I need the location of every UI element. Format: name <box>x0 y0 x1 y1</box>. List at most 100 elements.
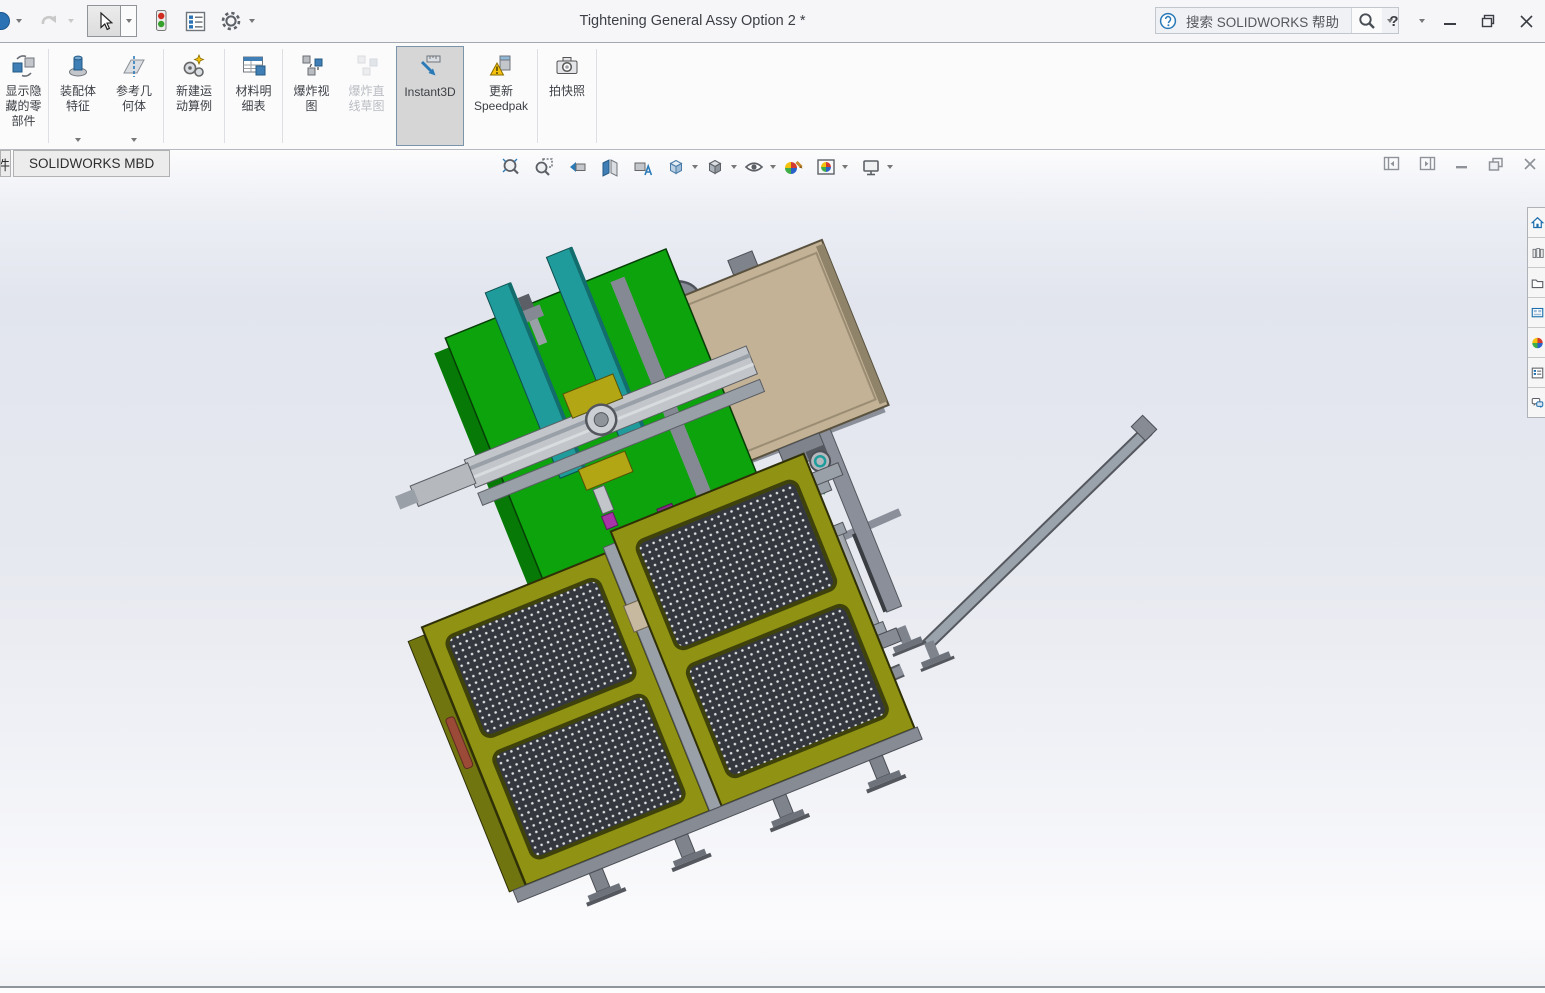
ribbon-button-exploded-view[interactable]: 爆炸视 图 <box>284 43 339 149</box>
ribbon-button-take-snapshot[interactable]: 拍快照 <box>539 43 595 149</box>
select-cursor-icon[interactable] <box>87 5 121 37</box>
quick-access-toolbar <box>0 0 260 42</box>
command-manager-ribbon: 显示隐 藏的零 部件 装配体 特征 参考几 何体 <box>0 43 1545 150</box>
doc-close-icon[interactable] <box>1523 157 1537 171</box>
ribbon-button-label: 部件 <box>11 114 35 129</box>
window-title: Tightening General Assy Option 2 * <box>300 0 1085 42</box>
ribbon-button-label: 动算例 <box>176 99 212 114</box>
ribbon-button-show-hidden-components[interactable]: 显示隐 藏的零 部件 <box>0 43 47 149</box>
ribbon-button-label: 细表 <box>241 99 265 114</box>
command-tab-bar: 件 SOLIDWORKS MBD <box>0 150 170 177</box>
dropdown-caret-icon[interactable] <box>16 19 22 23</box>
display-style-icon[interactable] <box>701 153 728 180</box>
gear-icon[interactable] <box>218 6 244 36</box>
document-window-controls <box>1383 156 1537 172</box>
tab-partial[interactable]: 件 <box>0 150 11 177</box>
collapse-left-pane-icon[interactable] <box>1383 156 1400 172</box>
restore-button[interactable] <box>1475 7 1501 35</box>
ribbon-button-label: 材料明 <box>235 84 271 99</box>
apply-scene-caret-icon[interactable] <box>839 165 851 169</box>
ribbon-button-new-motion-study[interactable]: 新建运 动算例 <box>165 43 223 149</box>
close-button[interactable] <box>1513 7 1539 35</box>
view-orientation-icon[interactable] <box>662 153 689 180</box>
edit-appearance-icon[interactable] <box>779 153 806 180</box>
view-settings-caret-icon[interactable] <box>884 165 896 169</box>
ribbon-button-label: Instant3D <box>404 85 455 100</box>
ribbon-divider <box>48 49 49 143</box>
minimize-button[interactable] <box>1437 7 1463 35</box>
display-style-caret-icon[interactable] <box>728 165 740 169</box>
dropdown-caret-icon[interactable] <box>131 138 137 142</box>
options-list-icon[interactable] <box>183 6 208 36</box>
task-pane-tab-forum[interactable] <box>1528 388 1545 417</box>
hide-show-items-caret-icon[interactable] <box>767 165 779 169</box>
status-bar <box>0 986 1545 993</box>
ribbon-button-label: 装配体 <box>60 84 96 99</box>
search-box[interactable]: 搜索 SOLIDWORKS 帮助 <box>1155 7 1399 34</box>
help-button[interactable]: ? <box>1381 7 1407 35</box>
task-pane-tab-appearances[interactable] <box>1528 328 1545 358</box>
update-speedpak-icon <box>487 50 515 82</box>
dropdown-caret-icon[interactable] <box>121 5 137 37</box>
help-caret-icon[interactable] <box>1419 19 1425 23</box>
graphics-viewport[interactable]: 件 SOLIDWORKS MBD <box>0 150 1545 986</box>
section-view-icon[interactable] <box>596 153 623 180</box>
ribbon-divider <box>163 49 164 143</box>
task-pane-tab-view-palette[interactable] <box>1528 298 1545 328</box>
search-icon[interactable] <box>1351 8 1382 33</box>
view-settings-icon[interactable] <box>857 153 884 180</box>
ribbon-button-label: 图 <box>305 99 317 114</box>
file-partial-icon[interactable] <box>0 6 11 36</box>
ribbon-button-label: 线草图 <box>348 99 384 114</box>
ribbon-button-assembly-features[interactable]: 装配体 特征 <box>50 43 106 149</box>
ribbon-button-label: 何体 <box>122 99 146 114</box>
exploded-view-icon <box>298 50 326 82</box>
ribbon-button-label: 藏的零 <box>5 99 41 114</box>
ribbon-button-label: Speedpak <box>474 99 528 114</box>
ribbon-button-label: 拍快照 <box>549 84 585 99</box>
task-pane-tab-design-library[interactable] <box>1528 238 1545 268</box>
dropdown-caret-icon[interactable] <box>68 19 74 23</box>
previous-view-icon[interactable] <box>563 153 590 180</box>
dropdown-caret-icon[interactable] <box>75 138 81 142</box>
dynamic-annotation-views-icon[interactable] <box>629 153 656 180</box>
reference-geometry-icon <box>120 50 148 82</box>
doc-minimize-icon[interactable] <box>1455 157 1469 171</box>
task-pane-tab-custom-properties[interactable] <box>1528 358 1545 388</box>
ribbon-divider <box>596 49 597 143</box>
zoom-to-fit-icon[interactable] <box>497 153 524 180</box>
undo-icon[interactable] <box>37 6 63 36</box>
ribbon-button-label: 特征 <box>66 99 90 114</box>
dropdown-caret-icon[interactable] <box>249 19 255 23</box>
ribbon-divider <box>282 49 283 143</box>
ribbon-button-bill-of-materials[interactable]: 材料明 细表 <box>226 43 281 149</box>
tab-solidworks-mbd[interactable]: SOLIDWORKS MBD <box>13 150 170 177</box>
heads-up-view-toolbar <box>497 153 896 180</box>
ribbon-divider <box>224 49 225 143</box>
ribbon-button-label: 显示隐 <box>5 84 41 99</box>
ribbon-button-label: 参考几 <box>116 84 152 99</box>
ribbon-button-label: 爆炸直 <box>348 84 384 99</box>
take-snapshot-icon <box>553 50 581 82</box>
ribbon-button-update-speedpak[interactable]: 更新 Speedpak <box>466 43 536 149</box>
task-pane-tab-file-explorer[interactable] <box>1528 268 1545 298</box>
apply-scene-icon[interactable] <box>812 153 839 180</box>
ribbon-button-reference-geometry[interactable]: 参考几 何体 <box>106 43 162 149</box>
hide-show-items-icon[interactable] <box>740 153 767 180</box>
select-tool-group <box>87 5 137 37</box>
ribbon-button-instant3d[interactable]: Instant3D <box>396 46 464 146</box>
task-pane-tabs <box>1527 207 1545 418</box>
doc-restore-icon[interactable] <box>1488 157 1504 172</box>
new-motion-study-icon <box>180 50 208 82</box>
ribbon-button-label: 爆炸视 <box>293 84 329 99</box>
task-pane-tab-home[interactable] <box>1528 208 1545 238</box>
collapse-right-pane-icon[interactable] <box>1419 156 1436 172</box>
ribbon-button-label: 更新 <box>489 84 513 99</box>
assembly-features-icon <box>64 50 92 82</box>
traffic-light-icon[interactable] <box>147 6 173 36</box>
window-controls: ? <box>1381 0 1539 42</box>
zoom-to-area-icon[interactable] <box>530 153 557 180</box>
model-3d[interactable] <box>0 150 1545 986</box>
search-input[interactable]: 搜索 SOLIDWORKS 帮助 <box>1180 11 1351 31</box>
view-orientation-caret-icon[interactable] <box>689 165 701 169</box>
